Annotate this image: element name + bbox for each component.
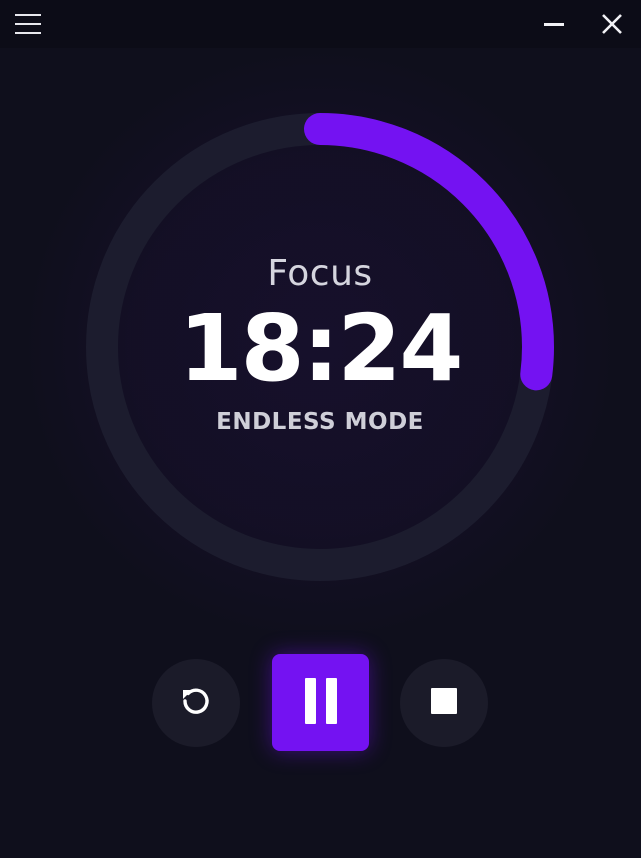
minimize-button[interactable] [536, 6, 572, 42]
timer-time: 18:24 [178, 295, 464, 402]
reset-button[interactable] [152, 659, 240, 747]
stop-icon [430, 687, 458, 719]
hamburger-menu-icon [13, 12, 43, 36]
reset-icon [179, 684, 213, 722]
close-button[interactable] [594, 6, 630, 42]
close-icon [601, 13, 623, 35]
timer-mode-label: Focus [267, 253, 373, 294]
pomodoro-app: Focus 18:24 ENDLESS MODE [0, 0, 641, 858]
timer-display: Focus 18:24 ENDLESS MODE [84, 111, 556, 583]
pause-button[interactable] [272, 654, 369, 751]
minimize-icon [543, 13, 565, 35]
pause-icon [301, 676, 341, 730]
stop-button[interactable] [400, 659, 488, 747]
title-bar [0, 0, 641, 48]
timer-sub-label: ENDLESS MODE [216, 409, 424, 435]
menu-button[interactable] [10, 6, 46, 42]
